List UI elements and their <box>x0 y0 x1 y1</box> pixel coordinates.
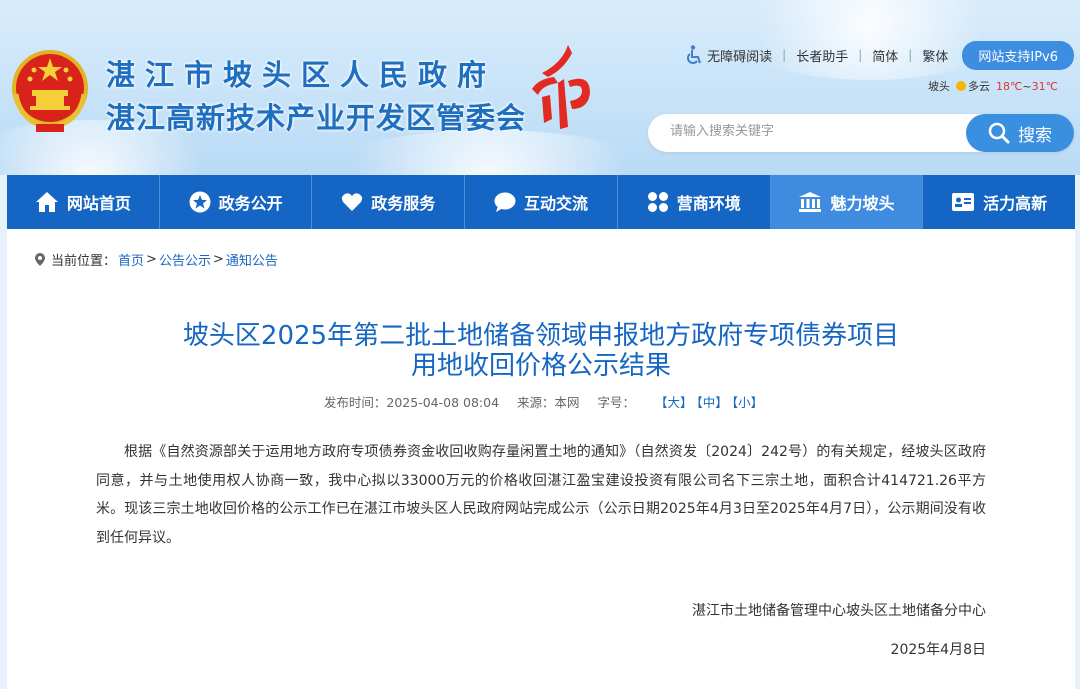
accessible-reading-label: 无障碍阅读 <box>707 49 773 65</box>
search-button[interactable]: 搜索 <box>966 114 1074 152</box>
breadcrumb-separator: > <box>212 252 224 267</box>
nav-item-gov-affairs[interactable]: 政务公开 <box>160 175 313 229</box>
simplified-chinese-link[interactable]: 简体 <box>862 46 908 65</box>
article-title-line2: 用地收回价格公示结果 <box>410 351 671 381</box>
site-subtitle: 湛江高新技术产业开发区管委会 <box>106 101 527 135</box>
landmark-icon <box>799 192 822 212</box>
site-header: 湛江市坡头区人民政府 湛江高新技术产业开发区管委会 无障碍阅读 | 长者助手 |… <box>0 0 1080 175</box>
breadcrumb-notices-link[interactable]: 公告公示 <box>159 250 211 269</box>
simplified-chinese-label: 简体 <box>872 49 899 65</box>
elder-assistant-link[interactable]: 长者助手 <box>786 46 858 65</box>
temp-low: 18℃ <box>996 79 1023 93</box>
nav-item-label: 网站首页 <box>66 194 131 213</box>
nav-item-label: 活力高新 <box>983 194 1048 213</box>
elder-assistant-label: 长者助手 <box>796 49 849 65</box>
weather-widget: 坡头 多云 18℃~31℃ <box>928 78 1058 94</box>
location-pin-icon <box>35 253 45 266</box>
partly-cloudy-icon <box>956 81 966 91</box>
article-source: 来源：本网 <box>517 395 580 410</box>
star-icon <box>189 191 211 213</box>
site-title: 湛江市坡头区人民政府 <box>106 58 497 92</box>
breadcrumb-home-link[interactable]: 首页 <box>118 250 144 269</box>
nav-item-label: 营商环境 <box>676 194 741 213</box>
header-toolbar: 无障碍阅读 | 长者助手 | 简体 | 繁体 网站支持IPv6 <box>675 40 1080 70</box>
breadcrumb-announcements-link[interactable]: 通知公告 <box>226 250 278 269</box>
traditional-chinese-label: 繁体 <box>922 49 949 65</box>
article-meta: 发布时间：2025-04-08 08:04 来源：本网 字号： 【大】 【中】 【小… <box>7 392 1075 411</box>
font-size-label: 字号： <box>597 395 636 410</box>
accessible-reading-link[interactable]: 无障碍阅读 <box>675 45 782 65</box>
main-nav: 网站首页 政务公开 政务服务 互动交流 营商环境 魅力坡头 活力高新 <box>7 175 1075 229</box>
article-signer: 湛江市土地储备管理中心坡头区土地储备分中心 <box>692 603 986 619</box>
heart-icon <box>342 193 363 211</box>
publish-time: 发布时间：2025-04-08 08:04 <box>323 395 500 410</box>
nav-item-label: 互动交流 <box>524 194 589 213</box>
card-icon <box>952 193 975 211</box>
traditional-chinese-link[interactable]: 繁体 <box>912 46 958 65</box>
breadcrumb-prefix: 当前位置： <box>51 254 117 269</box>
nav-item-label: 政务服务 <box>371 194 436 213</box>
nav-item-label: 魅力坡头 <box>830 194 895 213</box>
national-emblem-icon <box>12 50 88 132</box>
temp-separator: ~ <box>1022 79 1032 93</box>
nav-item-label: 政务公开 <box>218 194 283 213</box>
article-panel: 当前位置： 首页 > 公告公示 > 通知公告 坡头区2025年第二批土地储备领域… <box>7 229 1075 689</box>
hightech-zone-logo-icon <box>532 45 590 129</box>
font-size-large-button[interactable]: 【大】 <box>655 395 693 410</box>
wheelchair-icon <box>687 45 702 64</box>
ipv6-badge[interactable]: 网站支持IPv6 <box>962 40 1074 70</box>
nav-item-vital-hightech[interactable]: 活力高新 <box>923 175 1075 229</box>
nav-item-gov-services[interactable]: 政务服务 <box>312 175 466 229</box>
chat-icon <box>494 192 516 212</box>
article-title-line1: 坡头区2025年第二批土地储备领域申报地方政府专项债券项目 <box>182 321 900 351</box>
article-date: 2025年4月8日 <box>890 642 986 658</box>
weather-temperature: 18℃~31℃ <box>996 80 1058 93</box>
search-icon <box>988 122 1010 144</box>
search-input[interactable] <box>668 123 962 140</box>
breadcrumb-separator: > <box>146 252 157 267</box>
nav-item-business-env[interactable]: 营商环境 <box>618 175 771 229</box>
search-box: 搜索 <box>648 114 1074 152</box>
search-button-label: 搜索 <box>1018 125 1052 146</box>
font-size-medium-button[interactable]: 【中】 <box>697 395 728 410</box>
nav-item-home[interactable]: 网站首页 <box>7 175 160 229</box>
font-size-small-button[interactable]: 【小】 <box>732 395 763 410</box>
temp-high: 31℃ <box>1031 79 1058 93</box>
weather-city: 坡头 <box>928 80 950 93</box>
nav-item-interaction[interactable]: 互动交流 <box>465 175 618 229</box>
home-icon <box>35 192 58 212</box>
weather-condition-group: 多云 <box>956 78 990 94</box>
weather-condition: 多云 <box>968 80 990 93</box>
grid-icon <box>647 192 668 212</box>
breadcrumb: 当前位置： 首页 > 公告公示 > 通知公告 <box>35 250 278 269</box>
nav-item-charm-potou[interactable]: 魅力坡头 <box>770 175 924 229</box>
article-body: 根据《自然资源部关于运用地方政府专项债券资金收回收购存量闲置土地的通知》（自然资… <box>96 444 986 546</box>
